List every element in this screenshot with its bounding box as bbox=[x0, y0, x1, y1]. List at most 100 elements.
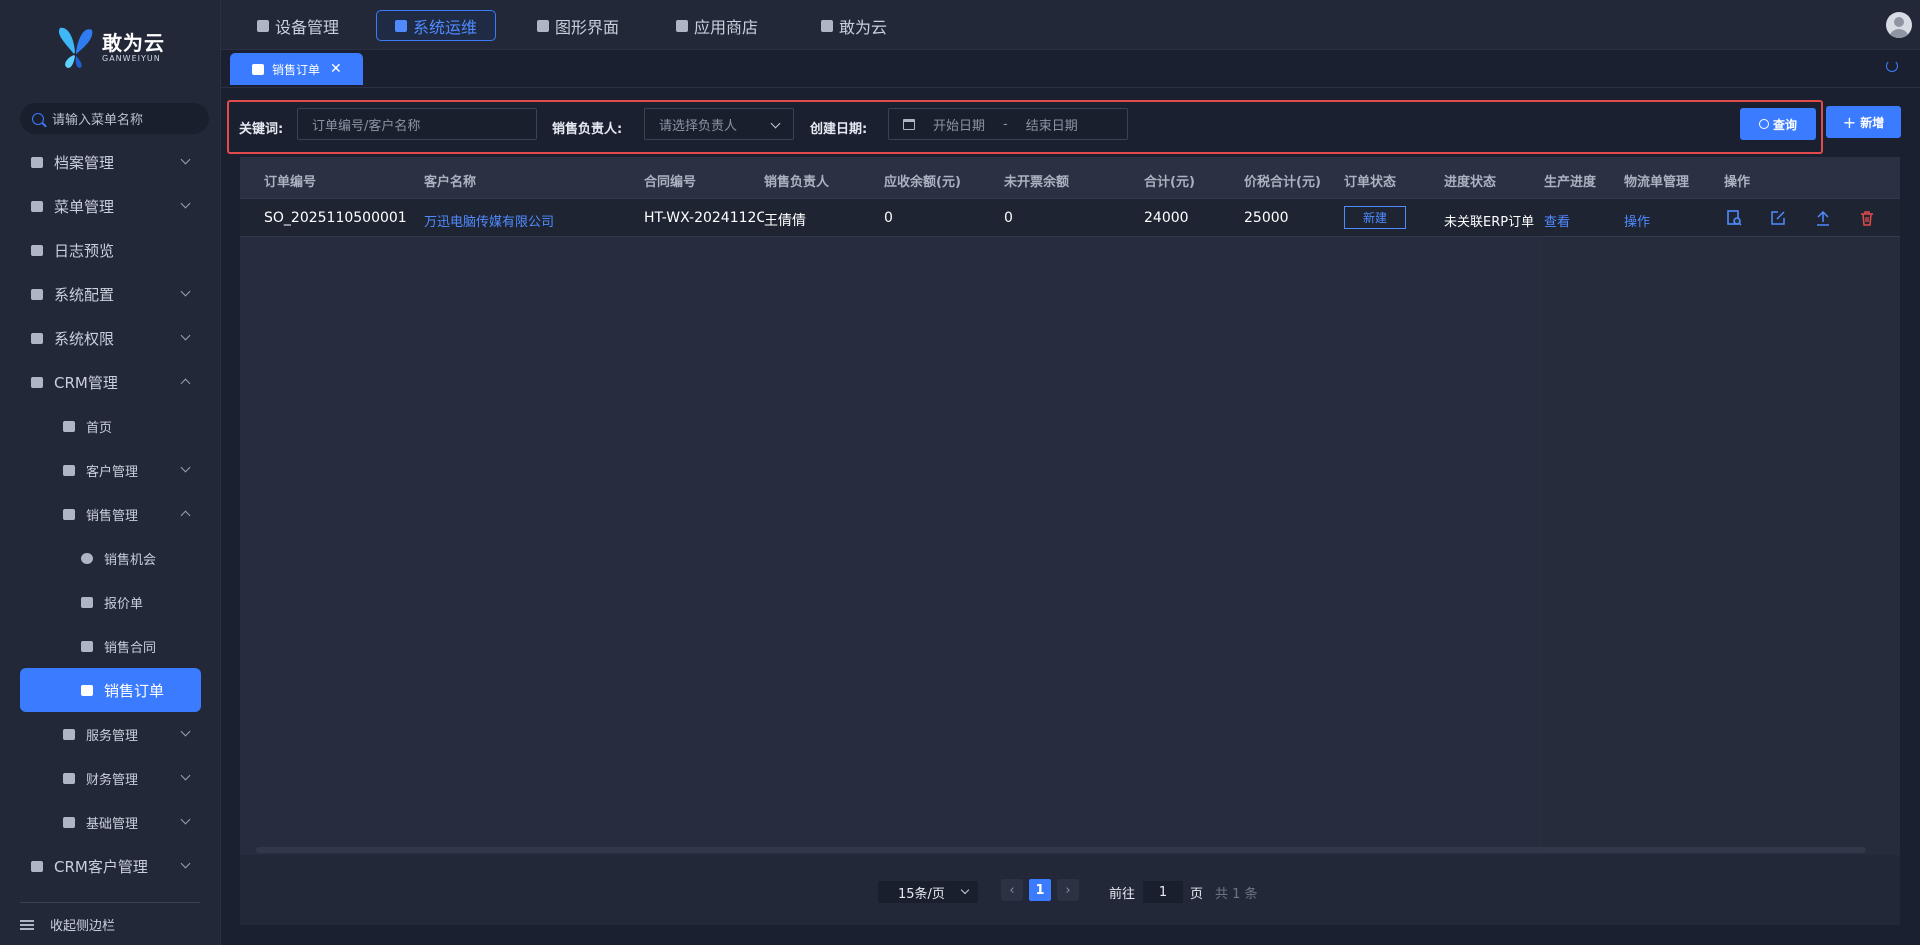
butterfly-logo-icon bbox=[58, 27, 93, 68]
view-production-link[interactable]: 查看 bbox=[1544, 211, 1570, 230]
shield-icon bbox=[30, 331, 44, 345]
topnav-label: 图形界面 bbox=[555, 17, 620, 37]
topnav-system-ops[interactable]: 系统运维 bbox=[376, 10, 497, 41]
chevron-down-icon bbox=[180, 462, 191, 473]
sidebar-item-log-preview[interactable]: 日志预览 bbox=[0, 228, 221, 272]
document-search-icon[interactable] bbox=[1726, 210, 1742, 226]
topnav-app-store[interactable]: 应用商店 bbox=[658, 10, 776, 41]
sidebar-item-label: 档案管理 bbox=[54, 153, 115, 172]
page-size-select[interactable]: 15条/页 bbox=[878, 881, 978, 903]
collapse-sidebar-button[interactable]: 收起侧边栏 bbox=[20, 902, 200, 934]
goto-page-input[interactable]: 1 bbox=[1143, 881, 1183, 903]
tab-sales-orders[interactable]: 销售订单 ✕ bbox=[230, 53, 363, 85]
table-row[interactable]: SO_2025110500001 万迅电脑传媒有限公司 HT-WX-202411… bbox=[240, 199, 1900, 237]
sidebar-item-label: 系统权限 bbox=[54, 329, 115, 348]
prev-page-button[interactable]: ‹ bbox=[1001, 879, 1023, 901]
sidebar-item-opportunities[interactable]: 销售机会 bbox=[0, 536, 221, 580]
orders-table: 订单编号 客户名称 合同编号 销售负责人 应收余额(元) 未开票余额 合计(元)… bbox=[240, 157, 1900, 855]
service-icon bbox=[62, 727, 76, 741]
total-with-tax: 25000 bbox=[1244, 210, 1289, 226]
upload-icon[interactable] bbox=[1815, 210, 1831, 226]
column-header: 合同编号 bbox=[644, 175, 697, 190]
page-size-value: 15条/页 bbox=[898, 886, 945, 902]
sales-owner: 王倩倩 bbox=[764, 213, 806, 229]
column-header: 订单编号 bbox=[264, 175, 317, 190]
sidebar-item-basic[interactable]: 基础管理 bbox=[0, 800, 221, 844]
column-header: 销售负责人 bbox=[764, 175, 830, 190]
column-header: 生产进度 bbox=[1544, 175, 1597, 190]
topnav-label: 应用商店 bbox=[694, 17, 759, 37]
brand-subtitle: GANWEIYUN bbox=[102, 53, 161, 63]
owner-select[interactable]: 请选择负责人 bbox=[644, 108, 794, 140]
add-label: 新增 bbox=[1860, 115, 1885, 130]
sidebar-item-quotes[interactable]: 报价单 bbox=[0, 580, 221, 624]
log-icon bbox=[30, 243, 44, 257]
chevron-down-icon bbox=[180, 726, 191, 737]
topnav-graphics[interactable]: 图形界面 bbox=[519, 10, 637, 41]
keyword-label: 关键词: bbox=[239, 122, 284, 137]
home-icon bbox=[62, 419, 76, 433]
refresh-icon[interactable] bbox=[1886, 60, 1898, 72]
sidebar-item-label: 销售合同 bbox=[104, 640, 157, 656]
contract-number: HT-WX-2024112C bbox=[644, 210, 764, 226]
sidebar-item-system-config[interactable]: 系统配置 bbox=[0, 272, 221, 316]
sidebar-item-customers[interactable]: 客户管理 bbox=[0, 448, 221, 492]
edit-icon[interactable] bbox=[1770, 210, 1786, 226]
sidebar-item-label: CRM管理 bbox=[54, 373, 118, 392]
topnav-device-management[interactable]: 设备管理 bbox=[239, 10, 357, 41]
sidebar-item-system-permissions[interactable]: 系统权限 bbox=[0, 316, 221, 360]
topnav-ganweiyun[interactable]: 敢为云 bbox=[803, 10, 905, 41]
sidebar-item-finance[interactable]: 财务管理 bbox=[0, 756, 221, 800]
date-label: 创建日期: bbox=[810, 122, 868, 137]
status-badge: 新建 bbox=[1344, 206, 1406, 229]
owner-label: 销售负责人: bbox=[552, 122, 623, 137]
finance-icon bbox=[62, 771, 76, 785]
page-1-button[interactable]: 1 bbox=[1029, 879, 1051, 901]
sidebar-item-sales-orders[interactable]: 销售订单 bbox=[20, 668, 201, 712]
home-icon bbox=[30, 287, 44, 301]
sidebar-item-menu-management[interactable]: 菜单管理 bbox=[0, 184, 221, 228]
add-button[interactable]: + 新增 bbox=[1826, 106, 1901, 138]
database-icon bbox=[676, 19, 688, 32]
progress-status: 未关联ERP订单 bbox=[1444, 215, 1535, 230]
chevron-down-icon bbox=[180, 770, 191, 781]
total-count: 共 1 条 bbox=[1215, 887, 1258, 902]
delete-icon[interactable] bbox=[1859, 210, 1875, 226]
column-header: 未开票余额 bbox=[1004, 175, 1070, 190]
sidebar-item-crm-customers[interactable]: CRM客户管理 bbox=[0, 844, 221, 888]
horizontal-scrollbar[interactable] bbox=[256, 847, 1866, 853]
sidebar-item-sales[interactable]: 销售管理 bbox=[0, 492, 221, 536]
receivable-balance: 0 bbox=[884, 210, 893, 226]
sidebar-item-label: 销售订单 bbox=[104, 681, 165, 700]
sidebar-item-crm[interactable]: CRM管理 bbox=[0, 360, 221, 404]
chevron-down-icon bbox=[180, 198, 191, 209]
page-unit: 页 bbox=[1190, 887, 1204, 902]
column-header: 订单状态 bbox=[1344, 175, 1397, 190]
column-header: 客户名称 bbox=[424, 175, 477, 190]
sidebar-item-contracts[interactable]: 销售合同 bbox=[0, 624, 221, 668]
tab-label: 销售订单 bbox=[272, 62, 321, 77]
stamp-icon bbox=[80, 595, 94, 609]
customer-link[interactable]: 万迅电脑传媒有限公司 bbox=[424, 211, 554, 230]
menu-search-input[interactable]: 请输入菜单名称 bbox=[20, 103, 209, 134]
pagination: 15条/页 ‹ 1 › 前往 1 页 共 1 条 bbox=[240, 855, 1900, 925]
query-button[interactable]: 查询 bbox=[1740, 108, 1816, 140]
menu-icon bbox=[30, 199, 44, 213]
next-page-button[interactable]: › bbox=[1057, 879, 1079, 901]
sidebar-item-home[interactable]: 首页 bbox=[0, 404, 221, 448]
logistics-link[interactable]: 操作 bbox=[1624, 211, 1650, 230]
cubes-icon bbox=[30, 859, 44, 873]
search-icon bbox=[32, 112, 44, 125]
sidebar-item-archive[interactable]: 档案管理 bbox=[0, 140, 221, 184]
fixed-columns-area bbox=[1540, 199, 1900, 855]
sidebar-item-service[interactable]: 服务管理 bbox=[0, 712, 221, 756]
tab-bar: 销售订单 ✕ bbox=[221, 50, 1920, 88]
keyword-input[interactable]: 订单编号/客户名称 bbox=[297, 108, 537, 140]
order-number: SO_2025110500001 bbox=[264, 210, 407, 226]
sidebar-item-label: 菜单管理 bbox=[54, 197, 115, 216]
close-icon[interactable]: ✕ bbox=[330, 61, 342, 77]
date-range-picker[interactable]: 开始日期 - 结束日期 bbox=[888, 108, 1128, 140]
sidebar-item-label: 报价单 bbox=[104, 596, 144, 612]
avatar[interactable] bbox=[1886, 12, 1912, 38]
sidebar-item-label: 系统配置 bbox=[54, 285, 115, 304]
